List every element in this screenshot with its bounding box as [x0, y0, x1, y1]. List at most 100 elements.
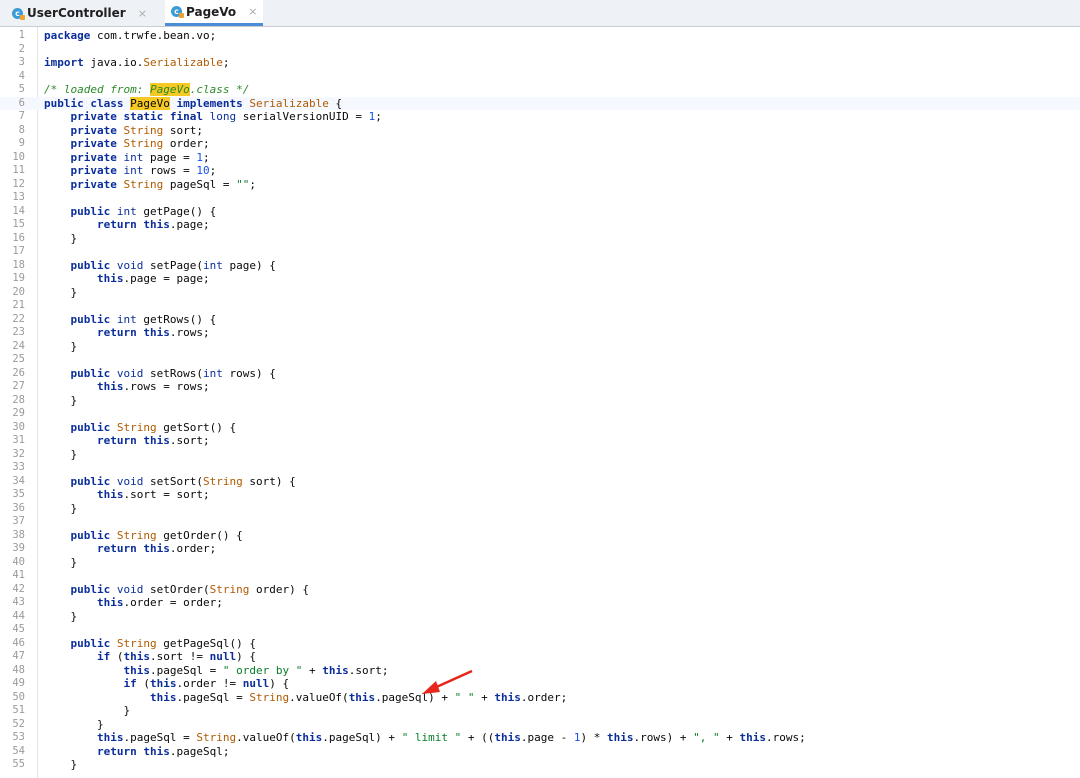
code-line[interactable]: 17 [0, 245, 1080, 259]
code-line[interactable]: 41 [0, 569, 1080, 583]
code-text[interactable]: } [44, 448, 77, 462]
code-line[interactable]: 33 [0, 461, 1080, 475]
code-text[interactable]: } [44, 758, 77, 772]
code-text[interactable]: } [44, 286, 77, 300]
tab-pagevo[interactable]: c PageVo × [165, 0, 264, 26]
code-text[interactable]: private int page = 1; [44, 151, 210, 165]
code-line[interactable]: 8 private String sort; [0, 124, 1080, 138]
code-line[interactable]: 45 [0, 623, 1080, 637]
code-text[interactable]: } [44, 704, 130, 718]
code-text[interactable]: } [44, 610, 77, 624]
close-icon[interactable]: × [138, 7, 147, 20]
code-line[interactable]: 36 } [0, 502, 1080, 516]
code-text[interactable]: this.pageSql = String.valueOf(this.pageS… [44, 731, 806, 745]
code-line[interactable]: 6 public class PageVo implements Serializ… [0, 96, 1080, 111]
code-text[interactable]: import java.io.Serializable; [44, 56, 229, 70]
code-text[interactable]: this.rows = rows; [44, 380, 210, 394]
code-text[interactable]: } [44, 556, 77, 570]
code-line[interactable]: 20 } [0, 286, 1080, 300]
code-line[interactable]: 34 public void setSort(String sort) { [0, 475, 1080, 489]
code-line[interactable]: 28 } [0, 394, 1080, 408]
code-text[interactable]: private String pageSql = ""; [44, 178, 256, 192]
code-line[interactable]: 23 return this.rows; [0, 326, 1080, 340]
code-line[interactable]: 1 package com.trwfe.bean.vo; [0, 29, 1080, 43]
code-line[interactable]: 48 this.pageSql = " order by " + this.so… [0, 664, 1080, 678]
code-line[interactable]: 49 if (this.order != null) { [0, 677, 1080, 691]
code-text[interactable]: private String sort; [44, 124, 203, 138]
code-line[interactable]: 43 this.order = order; [0, 596, 1080, 610]
code-line[interactable]: 51 } [0, 704, 1080, 718]
code-line[interactable]: 47 if (this.sort != null) { [0, 650, 1080, 664]
code-line[interactable]: 9 private String order; [0, 137, 1080, 151]
code-line[interactable]: 13 [0, 191, 1080, 205]
code-text[interactable]: return this.order; [44, 542, 216, 556]
code-text[interactable]: this.order = order; [44, 596, 223, 610]
code-text[interactable]: this.page = page; [44, 272, 210, 286]
code-line[interactable]: 18 public void setPage(int page) { [0, 259, 1080, 273]
code-text[interactable]: } [44, 394, 77, 408]
code-line[interactable]: 42 public void setOrder(String order) { [0, 583, 1080, 597]
code-line[interactable]: 27 this.rows = rows; [0, 380, 1080, 394]
code-text[interactable]: return this.sort; [44, 434, 210, 448]
code-text[interactable]: /* loaded from: PageVo.class */ [44, 83, 249, 97]
code-line[interactable]: 12 private String pageSql = ""; [0, 178, 1080, 192]
code-line[interactable]: 26 public void setRows(int rows) { [0, 367, 1080, 381]
code-line[interactable]: 52 } [0, 718, 1080, 732]
code-line[interactable]: 37 [0, 515, 1080, 529]
code-text[interactable]: } [44, 718, 104, 732]
code-text[interactable]: return this.rows; [44, 326, 210, 340]
code-text[interactable]: } [44, 502, 77, 516]
code-text[interactable]: private static final long serialVersionU… [44, 110, 382, 124]
code-text[interactable]: this.sort = sort; [44, 488, 210, 502]
tab-usercontroller[interactable]: c UserController × [12, 0, 147, 26]
code-text[interactable]: this.pageSql = " order by " + this.sort; [44, 664, 388, 678]
code-text[interactable]: public int getPage() { [44, 205, 217, 219]
code-line[interactable]: 25 [0, 353, 1080, 367]
code-line[interactable]: 10 private int page = 1; [0, 151, 1080, 165]
code-line[interactable]: 19 this.page = page; [0, 272, 1080, 286]
code-line[interactable]: 38 public String getOrder() { [0, 529, 1080, 543]
code-text[interactable]: public void setPage(int page) { [44, 259, 276, 273]
code-text[interactable]: public void setSort(String sort) { [44, 475, 296, 489]
code-line[interactable]: 7 private static final long serialVersio… [0, 110, 1080, 124]
code-text[interactable]: public String getPageSql() { [44, 637, 256, 651]
code-text[interactable]: public String getOrder() { [44, 529, 243, 543]
code-line[interactable]: 22 public int getRows() { [0, 313, 1080, 327]
code-line[interactable]: 35 this.sort = sort; [0, 488, 1080, 502]
code-line[interactable]: 50 this.pageSql = String.valueOf(this.pa… [0, 691, 1080, 705]
code-editor[interactable]: 1 package com.trwfe.bean.vo; 2 3 import java… [0, 27, 1080, 778]
code-line[interactable]: 24 } [0, 340, 1080, 354]
code-line[interactable]: 54 return this.pageSql; [0, 745, 1080, 759]
code-line[interactable]: 40 } [0, 556, 1080, 570]
code-text[interactable]: return this.pageSql; [44, 745, 229, 759]
code-line[interactable]: 14 public int getPage() { [0, 205, 1080, 219]
code-line[interactable]: 16 } [0, 232, 1080, 246]
code-line[interactable]: 44 } [0, 610, 1080, 624]
code-line[interactable]: 53 this.pageSql = String.valueOf(this.pa… [0, 731, 1080, 745]
code-text[interactable]: package com.trwfe.bean.vo; [44, 29, 216, 43]
close-icon[interactable]: × [248, 5, 257, 18]
code-line[interactable]: 39 return this.order; [0, 542, 1080, 556]
code-text[interactable]: if (this.sort != null) { [44, 650, 256, 664]
code-line[interactable]: 5 /* loaded from: PageVo.class */ [0, 83, 1080, 97]
code-text[interactable]: public class PageVo implements Serializa… [44, 96, 342, 111]
code-text[interactable]: } [44, 340, 77, 354]
code-text[interactable]: return this.page; [44, 218, 210, 232]
code-line[interactable]: 29 [0, 407, 1080, 421]
code-text[interactable]: public void setRows(int rows) { [44, 367, 276, 381]
code-text[interactable]: public String getSort() { [44, 421, 237, 435]
code-line[interactable]: 11 private int rows = 10; [0, 164, 1080, 178]
code-text[interactable]: if (this.order != null) { [44, 677, 289, 691]
code-line[interactable]: 32 } [0, 448, 1080, 462]
code-text[interactable]: } [44, 232, 77, 246]
code-line[interactable]: 2 [0, 43, 1080, 57]
code-line[interactable]: 31 return this.sort; [0, 434, 1080, 448]
code-text[interactable]: public void setOrder(String order) { [44, 583, 309, 597]
code-line[interactable]: 46 public String getPageSql() { [0, 637, 1080, 651]
code-line[interactable]: 4 [0, 70, 1080, 84]
code-text[interactable]: private int rows = 10; [44, 164, 217, 178]
code-text[interactable]: public int getRows() { [44, 313, 217, 327]
code-line[interactable]: 21 [0, 299, 1080, 313]
code-line[interactable]: 15 return this.page; [0, 218, 1080, 232]
code-text[interactable]: this.pageSql = String.valueOf(this.pageS… [44, 691, 567, 705]
